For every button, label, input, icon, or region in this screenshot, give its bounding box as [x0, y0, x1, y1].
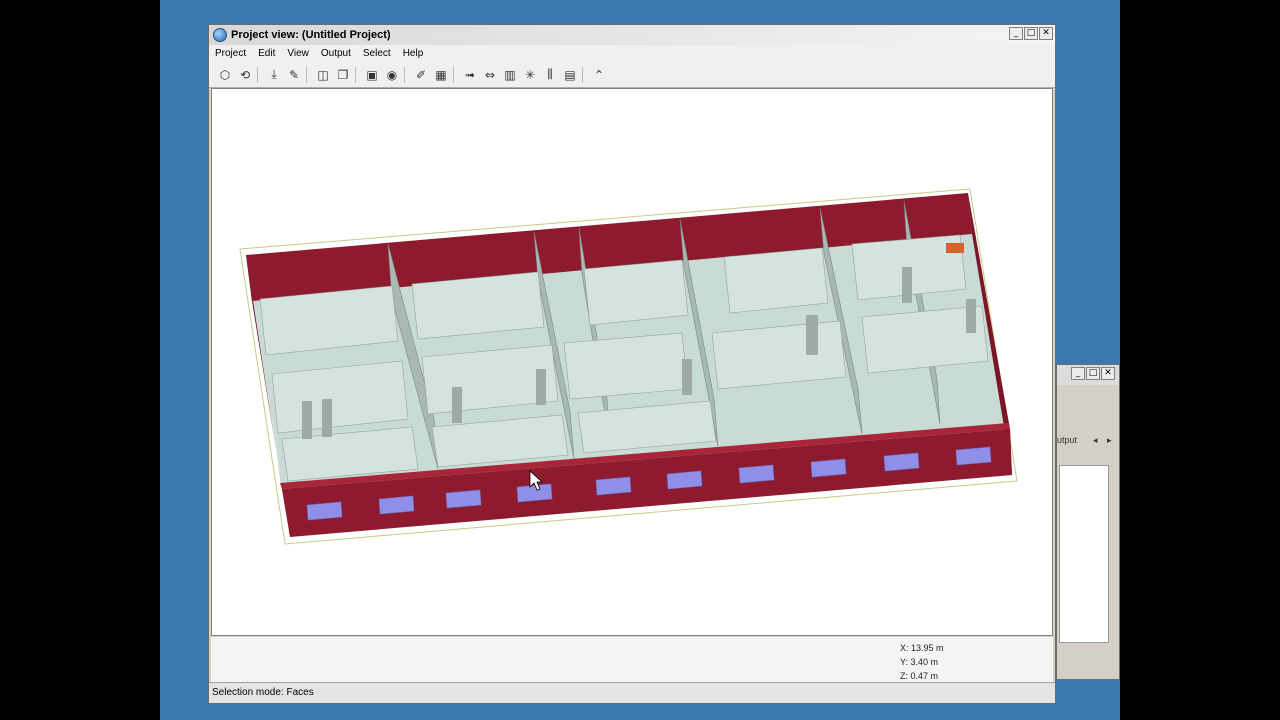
door-panel: [322, 399, 332, 437]
app-icon: [213, 28, 227, 42]
split-icon[interactable]: ⇔: [480, 66, 500, 84]
menu-select[interactable]: Select: [357, 48, 397, 59]
bars-icon[interactable]: ⫼: [540, 66, 560, 84]
new-project-icon[interactable]: ⬡: [215, 66, 235, 84]
sun-icon[interactable]: ✳: [520, 66, 540, 84]
copy-icon[interactable]: ❐: [333, 66, 353, 84]
minimize-button[interactable]: _: [1009, 27, 1023, 40]
open-project-icon[interactable]: ⟲: [235, 66, 255, 84]
more-icon[interactable]: ⌃: [589, 66, 609, 84]
import-icon[interactable]: ⤓: [264, 66, 284, 84]
facade-window: [883, 452, 920, 472]
menu-edit[interactable]: Edit: [252, 48, 281, 59]
project-window-titlebar[interactable]: Project view: (Untitled Project) _ □ ✕: [209, 25, 1055, 45]
secondary-close-button[interactable]: ✕: [1101, 367, 1115, 380]
door-panel: [536, 369, 546, 405]
status-bar: Selection mode: Faces: [209, 682, 1055, 703]
facade-window: [955, 446, 992, 466]
secondary-window-titlebar[interactable]: _ □ ✕: [1057, 365, 1119, 385]
menu-view[interactable]: View: [281, 48, 315, 59]
facade-window: [810, 458, 847, 478]
interior-panel: [723, 247, 829, 314]
render-icon[interactable]: ▣: [362, 66, 382, 84]
facade-window: [516, 483, 553, 503]
coord-x: X: 13.95 m: [900, 643, 944, 653]
secondary-window[interactable]: _ □ ✕ utput ◂ ▸: [1056, 364, 1120, 680]
edit-icon[interactable]: ✐: [411, 66, 431, 84]
info-bar: X: 13.95 m Y: 3.40 m Z: 0.47 m: [211, 637, 1053, 683]
secondary-maximize-button[interactable]: □: [1086, 367, 1100, 380]
toolbar-separator: [355, 66, 360, 83]
toolbar-separator: [404, 66, 409, 83]
layers-icon[interactable]: ▤: [560, 66, 580, 84]
door-panel: [806, 315, 818, 355]
menu-project[interactable]: Project: [209, 48, 252, 59]
toolbar: ⬡ ⟲ ⤓ ✎ ◫ ❐ ▣ ◉ ✐ ▦ ➟ ⇔ ▥ ✳ ⫼ ▤ ⌃: [209, 62, 1055, 88]
menu-output[interactable]: Output: [315, 48, 357, 59]
grid-icon[interactable]: ▦: [431, 66, 451, 84]
door-panel: [302, 401, 312, 439]
close-button[interactable]: ✕: [1039, 27, 1053, 40]
facade-window: [738, 464, 775, 484]
interior-panel: [411, 271, 545, 340]
arrow-right-icon[interactable]: ➟: [460, 66, 480, 84]
paint-icon[interactable]: ✎: [284, 66, 304, 84]
interior-panel: [563, 332, 689, 400]
facade-window: [595, 476, 632, 496]
toolbar-separator: [257, 66, 262, 83]
cube-icon[interactable]: ◫: [313, 66, 333, 84]
coord-z: Z: 0.47 m: [900, 671, 939, 681]
project-window: Project view: (Untitled Project) _ □ ✕ P…: [208, 24, 1056, 704]
facade-window: [378, 495, 415, 515]
status-text: Selection mode: Faces: [212, 687, 314, 698]
3d-viewport[interactable]: [211, 88, 1053, 636]
door-panel: [902, 267, 912, 303]
facade-window: [306, 501, 343, 521]
menu-help[interactable]: Help: [397, 48, 430, 59]
materials-icon[interactable]: ◉: [382, 66, 402, 84]
facade-window: [666, 470, 703, 490]
cursor-coordinates: X: 13.95 m Y: 3.40 m Z: 0.47 m: [900, 641, 944, 683]
toolbar-separator: [453, 66, 458, 83]
toolbar-separator: [582, 66, 587, 83]
chart-icon[interactable]: ▥: [500, 66, 520, 84]
tab-scroll-left-icon[interactable]: ◂: [1093, 435, 1098, 446]
interior-panel: [711, 320, 847, 390]
menu-bar: Project Edit View Output Select Help: [209, 45, 1055, 62]
secondary-output-tab[interactable]: utput: [1057, 435, 1077, 445]
coord-y: Y: 3.40 m: [900, 657, 939, 667]
secondary-list-panel[interactable]: [1059, 465, 1109, 643]
facade-window: [445, 489, 482, 509]
maximize-button[interactable]: □: [1024, 27, 1038, 40]
secondary-minimize-button[interactable]: _: [1071, 367, 1085, 380]
tab-scroll-right-icon[interactable]: ▸: [1107, 435, 1112, 446]
interior-panel: [583, 259, 689, 326]
building-model[interactable]: [212, 89, 1053, 636]
door-panel: [966, 299, 976, 333]
toolbar-separator: [306, 66, 311, 83]
highlighted-window: [946, 243, 964, 253]
door-panel: [452, 387, 462, 423]
door-panel: [682, 359, 692, 395]
window-title: Project view: (Untitled Project): [231, 29, 391, 41]
